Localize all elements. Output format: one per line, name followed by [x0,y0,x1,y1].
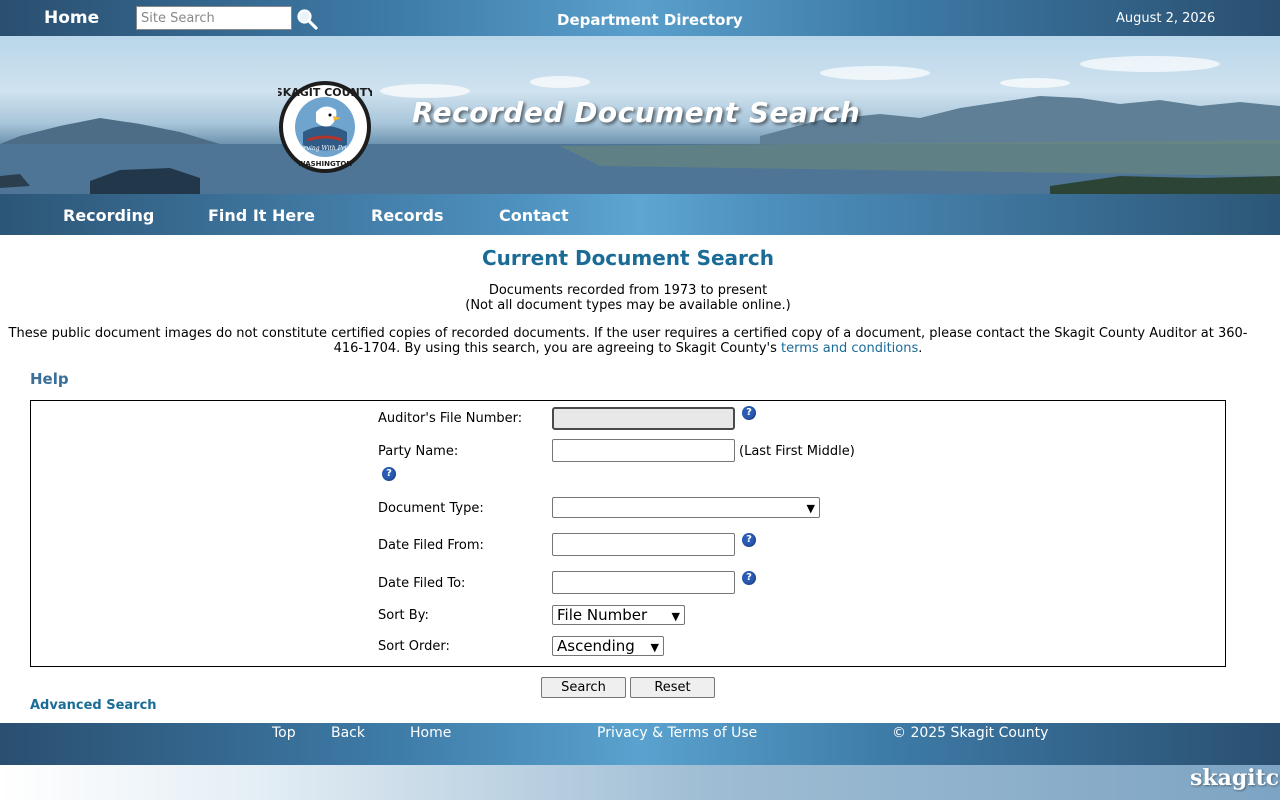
search-icon[interactable] [296,8,318,30]
date-filed-to-label: Date Filed To: [378,576,466,591]
sort-order-select[interactable]: Ascending ▼ [552,636,664,656]
date-filed-to-input[interactable] [552,571,735,594]
footer: Top Back Home Privacy & Terms of Use © 2… [0,723,1280,765]
help-link[interactable]: Help [30,370,69,388]
seal-top-text: SKAGIT COUNTY [278,86,372,99]
banner-title: Recorded Document Search [412,96,861,129]
footer-brand-text: skagitco [1190,765,1280,791]
site-search-input[interactable] [136,6,292,30]
county-seal-logo: SKAGIT COUNTY Serving With Pride WASHING… [278,81,372,173]
nav-item-records[interactable]: Records [371,206,444,225]
sort-order-label: Sort Order: [378,639,450,654]
current-date: August 2, 2026 [1116,11,1216,26]
date-filed-from-input[interactable] [552,533,735,556]
advanced-search-link[interactable]: Advanced Search [30,698,157,713]
date-range-text: Documents recorded from 1973 to present [488,283,768,298]
reset-button[interactable]: Reset [630,677,715,698]
chevron-down-icon: ▼ [806,502,815,515]
nav-item-contact[interactable]: Contact [499,206,569,225]
help-icon[interactable]: ? [742,571,756,585]
banner: SKAGIT COUNTY Serving With Pride WASHING… [0,36,1280,194]
chevron-down-icon: ▼ [671,610,680,623]
home-link[interactable]: Home [44,8,99,28]
footer-back-link[interactable]: Back [331,725,365,741]
document-type-label: Document Type: [378,501,484,516]
disclaimer-end: . [918,341,923,356]
auditors-file-number-label: Auditor's File Number: [378,411,523,426]
disclaimer-text: These public document images do not cons… [8,326,1248,356]
sort-by-value: File Number [557,606,648,624]
disclaimer-notice: These public document images do not cons… [0,326,1256,356]
nav-item-recording[interactable]: Recording [63,206,154,225]
nav-item-find-it-here[interactable]: Find It Here [208,206,315,225]
footer-top-link[interactable]: Top [272,725,296,741]
footer-banner: skagitco [0,765,1280,800]
terms-and-conditions-link[interactable]: terms and conditions [781,341,918,356]
sort-by-select[interactable]: File Number ▼ [552,605,685,625]
auditors-file-number-input[interactable] [552,407,735,430]
seal-bottom-text: WASHINGTON [298,160,353,168]
availability-text: (Not all document types may be available… [465,298,791,313]
sort-by-label: Sort By: [378,608,429,623]
top-bar: Home Department Directory August 2, 2026 [0,0,1280,36]
main-nav: Recording Find It Here Records Contact [0,194,1280,235]
sort-order-value: Ascending [557,637,635,655]
page-title: Current Document Search [482,246,774,270]
help-icon[interactable]: ? [742,406,756,420]
footer-privacy-link[interactable]: Privacy & Terms of Use [597,725,757,741]
search-button[interactable]: Search [541,677,626,698]
footer-copyright: © 2025 Skagit County [892,725,1049,741]
help-icon[interactable]: ? [742,533,756,547]
chevron-down-icon: ▼ [650,641,659,654]
help-icon[interactable]: ? [382,467,396,481]
footer-home-link[interactable]: Home [410,725,451,741]
document-type-select[interactable]: ▼ [552,497,820,518]
department-directory-link[interactable]: Department Directory [557,11,743,29]
seal-motto-text: Serving With Pride [296,145,354,152]
party-name-label: Party Name: [378,444,459,459]
party-name-hint: (Last First Middle) [739,444,855,459]
party-name-input[interactable] [552,439,735,462]
date-filed-from-label: Date Filed From: [378,538,484,553]
